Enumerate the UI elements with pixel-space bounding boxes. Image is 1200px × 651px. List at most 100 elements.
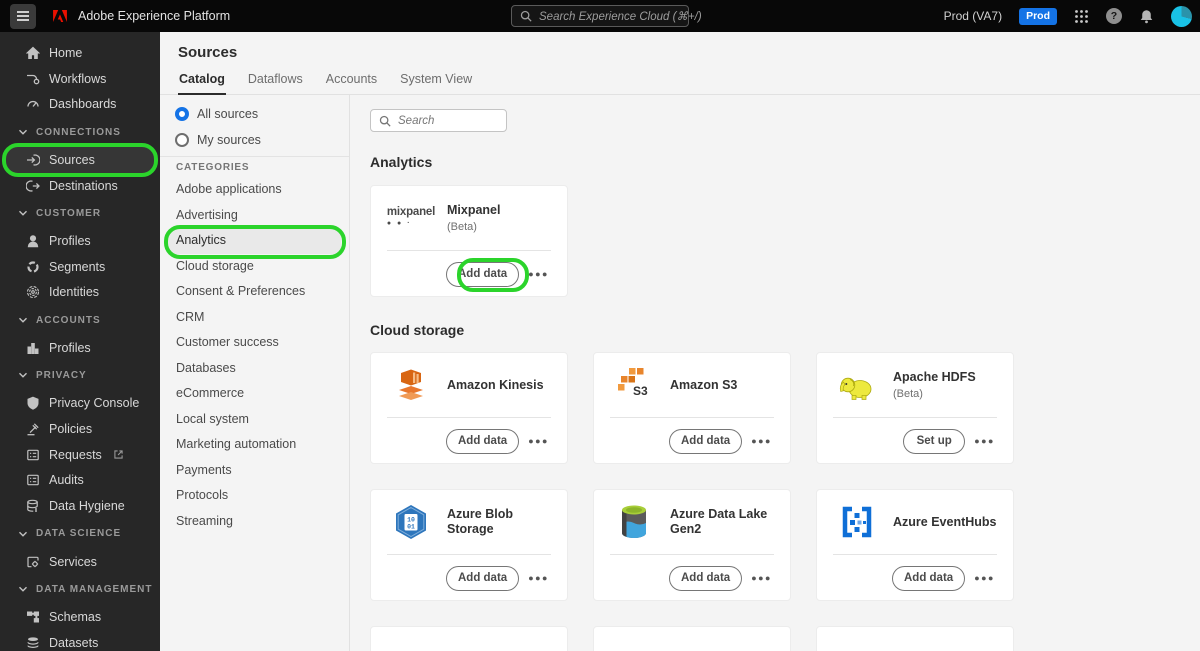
more-options-button[interactable]: ●●●	[974, 571, 995, 585]
category-customer-success[interactable]: Customer success	[168, 330, 341, 356]
categories-heading: CATEGORIES	[176, 161, 250, 173]
sidebar-section-data-management[interactable]: DATA MANAGEMENT	[0, 574, 160, 604]
sidebar-item-schemas[interactable]: Schemas	[6, 604, 154, 630]
amazon-kinesis-logo	[387, 362, 435, 408]
chevron-down-icon	[18, 527, 28, 541]
category-ecommerce[interactable]: eCommerce	[168, 381, 341, 407]
more-options-button[interactable]: ●●●	[751, 571, 772, 585]
category-crm[interactable]: CRM	[168, 305, 341, 331]
sidebar-item-home[interactable]: Home	[6, 40, 154, 66]
sidebar-section-privacy[interactable]: PRIVACY	[0, 361, 160, 391]
category-adobe-applications[interactable]: Adobe applications	[168, 177, 341, 203]
svg-text:10: 10	[407, 517, 415, 524]
card-title: Apache HDFS	[893, 370, 976, 384]
sidebar-item-destinations[interactable]: Destinations	[6, 173, 154, 199]
external-link-icon	[114, 450, 123, 459]
dashboards-icon	[26, 97, 40, 111]
help-icon[interactable]: ?	[1106, 8, 1122, 24]
top-bar: Adobe Experience Platform Search Experie…	[0, 0, 1200, 32]
sidebar-item-label: Profiles	[49, 233, 91, 248]
more-options-button[interactable]: ●●●	[751, 434, 772, 448]
bar-building-icon	[26, 341, 40, 355]
category-marketing-automation[interactable]: Marketing automation	[168, 432, 341, 458]
sidebar-section-accounts[interactable]: ACCOUNTS	[0, 305, 160, 335]
category-consent-preferences[interactable]: Consent & Preferences	[168, 279, 341, 305]
radio-my-sources[interactable]: My sources	[160, 127, 349, 153]
page-title: Sources	[178, 44, 238, 61]
source-card-azure-eventhubs: Azure EventHubs Add data ●●●	[816, 489, 1014, 601]
category-protocols[interactable]: Protocols	[168, 483, 341, 509]
radio-label: My sources	[197, 133, 261, 147]
sidebar-item-profiles[interactable]: Profiles	[6, 228, 154, 254]
user-avatar[interactable]	[1171, 5, 1192, 27]
sidebar-item-privacy-console[interactable]: Privacy Console	[6, 390, 154, 416]
profile-person-icon	[26, 234, 40, 248]
card-title: Amazon Kinesis	[447, 377, 544, 392]
sidebar-section-connections[interactable]: CONNECTIONS	[0, 117, 160, 147]
add-data-button[interactable]: Add data	[445, 565, 520, 591]
set-up-button[interactable]: Set up	[903, 428, 966, 454]
sidebar-section-customer[interactable]: CUSTOMER	[0, 198, 160, 228]
more-options-button[interactable]: ●●●	[528, 267, 549, 281]
sidebar-item-identities[interactable]: Identities	[6, 280, 154, 306]
more-options-button[interactable]: ●●●	[974, 434, 995, 448]
sidebar-item-services[interactable]: Services	[6, 549, 154, 575]
add-data-button[interactable]: Add data	[445, 428, 520, 454]
app-switcher-icon[interactable]	[1074, 9, 1089, 24]
catalog-search-input[interactable]: Search	[370, 109, 507, 132]
card-title: Mixpanel	[447, 203, 501, 217]
radio-unselected-icon	[175, 133, 189, 147]
environment-badge[interactable]: Prod	[1019, 7, 1057, 25]
sidebar-item-dashboards[interactable]: Dashboards	[6, 92, 154, 118]
add-data-button[interactable]: Add data	[445, 261, 520, 287]
sidebar-section-data-science[interactable]: DATA SCIENCE	[0, 519, 160, 549]
sidebar-item-workflows[interactable]: Workflows	[6, 66, 154, 92]
category-local-system[interactable]: Local system	[168, 407, 341, 433]
sidebar-item-sources[interactable]: Sources	[6, 146, 154, 173]
app-title: Adobe Experience Platform	[78, 9, 231, 23]
category-streaming[interactable]: Streaming	[168, 509, 341, 535]
destinations-icon	[26, 179, 40, 193]
card-title: Azure EventHubs	[893, 514, 997, 529]
category-advertising[interactable]: Advertising	[168, 203, 341, 229]
sidebar-item-label: Policies	[49, 421, 93, 436]
hamburger-menu-button[interactable]	[10, 3, 36, 29]
category-payments[interactable]: Payments	[168, 458, 341, 484]
tab-dataflows[interactable]: Dataflows	[247, 66, 304, 94]
sidebar-item-label: Sources	[49, 152, 95, 167]
more-options-button[interactable]: ●●●	[528, 434, 549, 448]
sidebar-item-policies[interactable]: Policies	[6, 416, 154, 442]
tab-system-view[interactable]: System View	[399, 66, 473, 94]
sidebar-item-label: Services	[49, 554, 97, 569]
add-data-button[interactable]: Add data	[668, 428, 743, 454]
svg-text:01: 01	[407, 524, 415, 531]
radio-all-sources[interactable]: All sources	[160, 101, 349, 127]
sidebar-section-label: ACCOUNTS	[36, 314, 101, 326]
chevron-down-icon	[18, 582, 28, 596]
tab-catalog[interactable]: Catalog	[178, 66, 226, 95]
source-card-partial	[816, 626, 1014, 651]
more-options-button[interactable]: ●●●	[528, 571, 549, 585]
category-databases[interactable]: Databases	[168, 356, 341, 382]
sidebar-item-requests[interactable]: Requests	[6, 442, 154, 468]
tab-accounts[interactable]: Accounts	[325, 66, 378, 94]
section-heading-cloud-storage: Cloud storage	[370, 322, 465, 338]
global-search-input[interactable]: Search Experience Cloud (⌘+/)	[511, 5, 702, 27]
shield-icon	[26, 396, 40, 410]
add-data-button[interactable]: Add data	[668, 565, 743, 591]
sidebar-item-datasets[interactable]: Datasets	[6, 630, 154, 651]
notifications-bell-icon[interactable]	[1139, 9, 1154, 24]
category-cloud-storage[interactable]: Cloud storage	[168, 254, 341, 280]
workflows-icon	[26, 72, 40, 86]
category-analytics[interactable]: Analytics	[168, 228, 341, 254]
sidebar-item-segments[interactable]: Segments	[6, 254, 154, 280]
sidebar-item-data-hygiene[interactable]: Data Hygiene	[6, 493, 154, 519]
home-icon	[26, 46, 40, 60]
sidebar-item-account-profiles[interactable]: Profiles	[6, 335, 154, 361]
source-card-azure-data-lake-gen2: Azure Data Lake Gen2 Add data ●●●	[593, 489, 791, 601]
sidebar-item-label: Segments	[49, 259, 106, 274]
sidebar-item-audits[interactable]: Audits	[6, 468, 154, 494]
add-data-button[interactable]: Add data	[891, 565, 966, 591]
adobe-logo-icon	[53, 10, 67, 22]
radio-label: All sources	[197, 107, 259, 121]
